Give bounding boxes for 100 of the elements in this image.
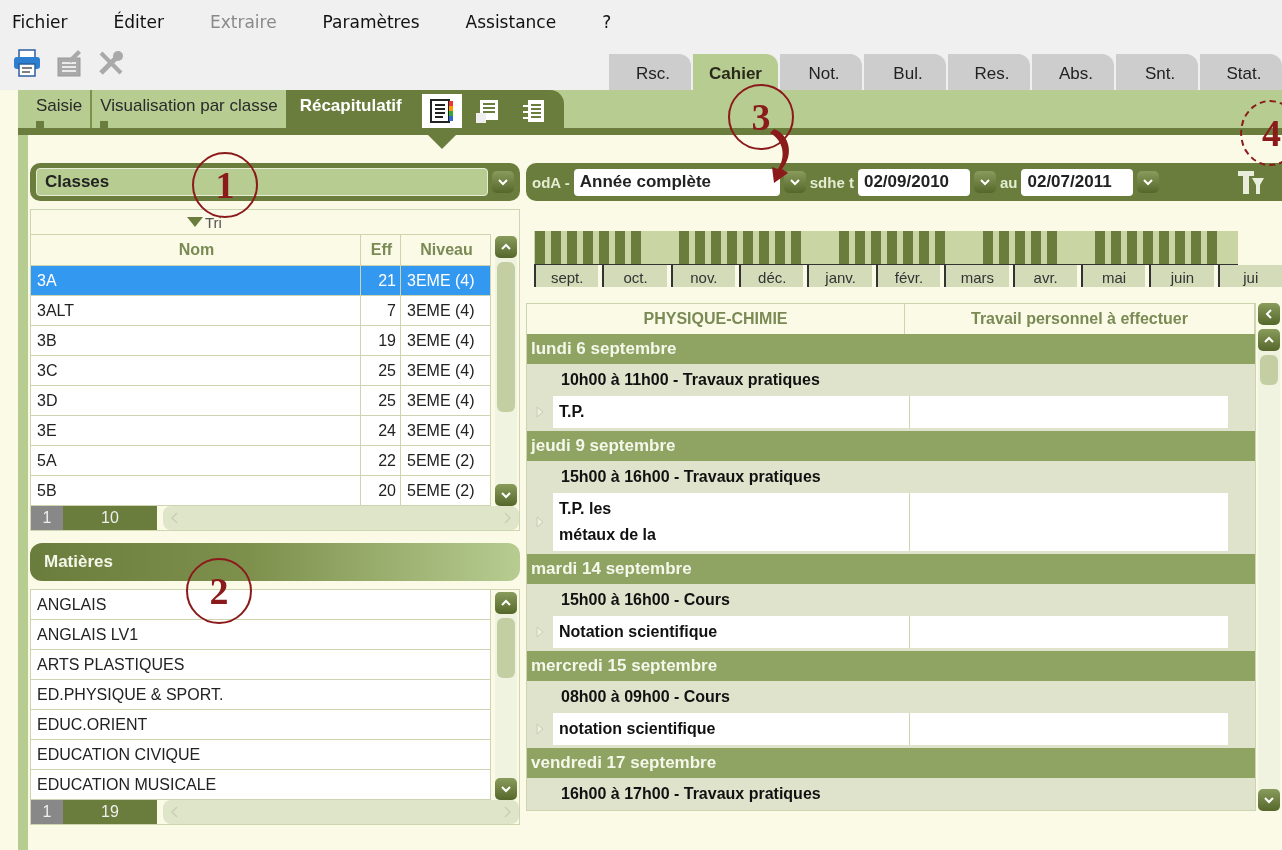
table-cell: 5EME (2) [401, 446, 491, 475]
dropdown-button[interactable] [492, 171, 514, 193]
session-time: 16h00 à 17h00 - Travaux pratiques [560, 784, 822, 804]
table-cell: 3EME (4) [401, 416, 491, 445]
scroll-up-button[interactable] [1258, 329, 1280, 351]
table-row[interactable]: 3C 25 3EME (4) [31, 356, 491, 386]
scrollbar-thumb[interactable] [497, 262, 515, 412]
module-tab[interactable]: Not. [780, 54, 862, 90]
table-cell: 19 [361, 326, 401, 355]
collapse-button[interactable] [1258, 303, 1280, 325]
list-item[interactable]: ED.PHYSIQUE & SPORT. [31, 680, 491, 710]
table-cell: 3EME (4) [401, 356, 491, 385]
homework-cell[interactable] [910, 616, 1228, 648]
item-count: 19 [63, 800, 157, 824]
table-row[interactable]: 3ALT 7 3EME (4) [31, 296, 491, 326]
table-cell: 21 [361, 266, 401, 295]
printer-icon[interactable] [12, 48, 42, 78]
session-time: 08h00 à 09h00 - Cours [560, 687, 731, 707]
table-cell: 3EME (4) [401, 266, 491, 295]
scroll-up-button[interactable] [495, 592, 517, 614]
menu-item[interactable]: Assistance [465, 12, 557, 32]
callout-marker: 1 [192, 152, 258, 218]
homework-cell[interactable] [910, 713, 1228, 745]
date-field[interactable]: 02/07/2011 [1021, 168, 1134, 196]
month-label[interactable]: avr. [1012, 265, 1077, 287]
sub-tab[interactable]: Saisie [28, 90, 91, 128]
month-label[interactable]: juin [1149, 265, 1214, 287]
table-row[interactable]: 3B 19 3EME (4) [31, 326, 491, 356]
table-row[interactable]: 3E 24 3EME (4) [31, 416, 491, 446]
lesson-content[interactable]: notation scientifique [553, 713, 910, 745]
menu-item[interactable]: Fichier [12, 12, 68, 32]
sort-triangle-icon[interactable] [187, 217, 203, 227]
homework-cell[interactable] [910, 396, 1228, 428]
horizontal-scrollbar[interactable] [163, 506, 519, 530]
month-label[interactable]: janv. [807, 265, 872, 287]
table-cell: 25 [361, 386, 401, 415]
lesson-content[interactable]: T.P. les métaux de la [553, 493, 910, 551]
month-label[interactable]: sept. [534, 265, 599, 287]
filter-icon[interactable] [1236, 168, 1266, 196]
callout-marker: 4 [1240, 100, 1282, 166]
horizontal-scrollbar[interactable] [163, 800, 519, 824]
day-header: lundi 6 septembre [527, 334, 1255, 364]
menu-item[interactable]: Paramètres [322, 12, 420, 32]
scroll-down-button[interactable] [495, 778, 517, 800]
date-field[interactable]: 02/09/2010 [857, 168, 970, 196]
month-label[interactable]: déc. [739, 265, 804, 287]
page-number: 1 [31, 506, 63, 530]
column-header[interactable]: Eff [361, 235, 401, 265]
sub-tab[interactable]: Récapitulatif [285, 90, 416, 128]
scrollbar[interactable] [1258, 329, 1280, 811]
period-dropdown[interactable]: Année complète [573, 168, 780, 196]
date-label: au [999, 173, 1018, 191]
view-tab[interactable] [421, 94, 462, 128]
scrollbar-thumb[interactable] [497, 618, 515, 678]
module-tab[interactable]: Rsc. [609, 54, 692, 90]
month-label[interactable]: févr. [875, 265, 941, 287]
month-label[interactable]: mai [1080, 265, 1146, 287]
scrollbar[interactable] [495, 592, 517, 800]
callout-marker: 2 [186, 558, 252, 624]
dropdown-button[interactable] [783, 171, 806, 193]
list-icon [427, 98, 456, 124]
lesson-content[interactable]: Notation scientifique [553, 616, 910, 648]
table-row[interactable]: 3D 25 3EME (4) [31, 386, 491, 416]
list-item[interactable]: ARTS PLASTIQUES [31, 650, 491, 680]
table-cell: 5A [31, 446, 361, 475]
scroll-down-button[interactable] [495, 484, 517, 506]
table-row[interactable]: 5B 20 5EME (2) [31, 476, 491, 506]
table-cell: 3E [31, 416, 361, 445]
table-cell: 3EME (4) [401, 296, 491, 325]
week-bars-drawing[interactable] [534, 231, 1238, 265]
month-label[interactable]: oct. [602, 265, 667, 287]
module-tab[interactable]: Cahier [693, 54, 778, 90]
module-tab[interactable]: Abs. [1032, 54, 1114, 90]
table-cell: 3EME (4) [401, 386, 491, 415]
month-label[interactable]: mars [944, 265, 1009, 287]
homework-cell[interactable] [910, 493, 1228, 551]
session-time: 15h00 à 16h00 - Cours [560, 590, 731, 610]
month-label[interactable]: nov. [670, 265, 736, 287]
table-row[interactable]: 5A 22 5EME (2) [31, 446, 491, 476]
month-label[interactable]: jui [1217, 265, 1282, 287]
dropdown-button[interactable] [973, 171, 996, 193]
list-item[interactable]: ANGLAIS LV1 [31, 620, 491, 650]
dropdown-button[interactable] [1137, 171, 1160, 193]
list-item[interactable]: EDUC.ORIENT [31, 710, 491, 740]
list-item[interactable]: EDUCATION CIVIQUE [31, 740, 491, 770]
scroll-up-button[interactable] [495, 236, 517, 258]
scrollbar[interactable] [495, 236, 517, 506]
module-tab[interactable]: Res. [948, 54, 1030, 90]
menu-item[interactable]: ? [602, 12, 612, 32]
menu-item[interactable]: Éditer [113, 12, 164, 32]
module-tab[interactable]: Snt. [1116, 54, 1198, 90]
column-header[interactable]: Niveau [401, 235, 491, 265]
scrollbar-thumb[interactable] [1260, 355, 1278, 385]
scroll-down-button[interactable] [1258, 789, 1280, 811]
list-item[interactable]: EDUCATION MUSICALE [31, 770, 491, 800]
column-header[interactable]: Nom [31, 235, 361, 265]
module-tab[interactable]: Bul. [864, 54, 946, 90]
lesson-content[interactable]: T.P. [553, 396, 910, 428]
day-header: vendredi 17 septembre [527, 748, 1255, 778]
module-tab[interactable]: Stat. [1200, 54, 1282, 90]
